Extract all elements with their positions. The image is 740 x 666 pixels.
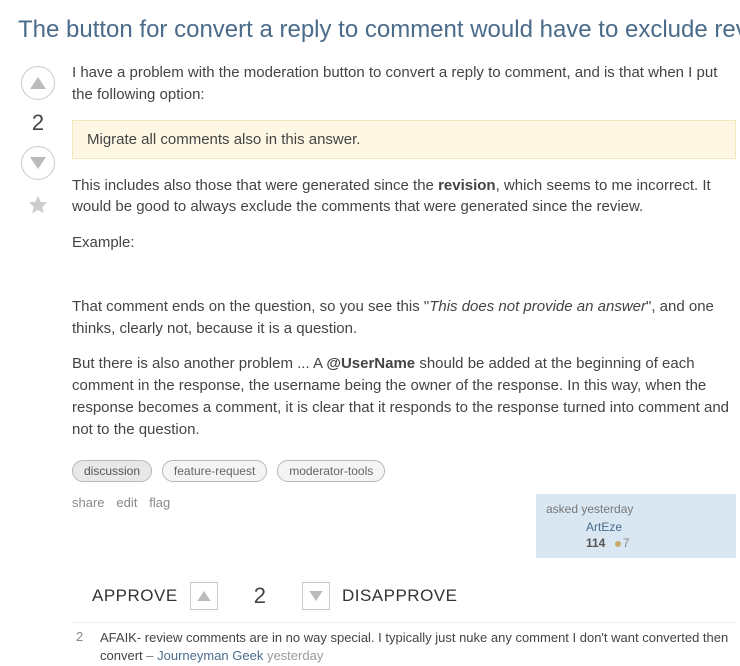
downvote-button[interactable] xyxy=(21,146,55,180)
post-actions: share edit flag xyxy=(72,494,178,510)
approve-button[interactable] xyxy=(190,582,218,610)
blockquote: Migrate all comments also in this answer… xyxy=(72,120,736,159)
rep-value: 114 xyxy=(586,536,605,550)
disapprove-label: DISAPPROVE xyxy=(342,586,458,606)
user-card: asked yesterday ArtEze 114 7 xyxy=(536,494,736,558)
triangle-up-icon xyxy=(197,591,211,601)
share-link[interactable]: share xyxy=(72,495,105,510)
comment-time[interactable]: yesterday xyxy=(263,648,323,663)
paragraph: I have a problem with the moderation but… xyxy=(72,62,736,106)
upvote-button[interactable] xyxy=(21,66,55,100)
bold-text: @UserName xyxy=(326,355,415,372)
paragraph: That comment ends on the question, so yo… xyxy=(72,296,736,340)
disapprove-button[interactable] xyxy=(302,582,330,610)
edit-link[interactable]: edit xyxy=(116,495,137,510)
text: This includes also those that were gener… xyxy=(72,177,438,194)
paragraph: Example: xyxy=(72,232,736,254)
text: That comment ends on the question, so yo… xyxy=(72,298,429,315)
comment-author[interactable]: Journeyman Geek xyxy=(157,648,263,663)
triangle-down-icon xyxy=(309,591,323,601)
asked-label: asked yesterday xyxy=(546,502,726,516)
text: asked xyxy=(546,502,581,516)
triangle-up-icon xyxy=(30,77,46,89)
paragraph: But there is also another problem ... A … xyxy=(72,353,736,440)
bold-text: revision xyxy=(438,177,496,194)
italic-text: This does not provide an answer xyxy=(429,298,646,315)
user-reputation: 114 7 xyxy=(586,536,726,550)
text: – xyxy=(143,648,157,663)
tag-discussion[interactable]: discussion xyxy=(72,460,152,482)
comment-score: 2 xyxy=(72,629,100,665)
bronze-badge-icon xyxy=(615,541,621,547)
paragraph: This includes also those that were gener… xyxy=(72,175,736,219)
text: But there is also another problem ... A xyxy=(72,355,326,372)
asked-time[interactable]: yesterday xyxy=(581,502,633,516)
flag-link[interactable]: flag xyxy=(149,495,170,510)
comment-body: AFAIK- review comments are in no way spe… xyxy=(100,629,736,665)
suggested-edit-vote: APPROVE 2 DISAPPROVE xyxy=(72,582,736,610)
approve-label: APPROVE xyxy=(92,586,178,606)
post-body: I have a problem with the moderation but… xyxy=(60,62,740,666)
bronze-count: 7 xyxy=(623,536,630,550)
favorite-button[interactable] xyxy=(27,194,49,219)
user-link[interactable]: ArtEze xyxy=(586,520,726,534)
vote-column: 2 xyxy=(16,62,60,666)
triangle-down-icon xyxy=(30,157,46,169)
suggested-score: 2 xyxy=(254,583,266,609)
tag-moderator-tools[interactable]: moderator-tools xyxy=(277,460,385,482)
star-icon xyxy=(27,194,49,216)
tag-list: discussion feature-request moderator-too… xyxy=(72,460,736,482)
comment: 2 AFAIK- review comments are in no way s… xyxy=(72,622,736,665)
tag-feature-request[interactable]: feature-request xyxy=(162,460,267,482)
vote-score: 2 xyxy=(32,110,44,136)
question-title[interactable]: The button for convert a reply to commen… xyxy=(0,0,740,62)
